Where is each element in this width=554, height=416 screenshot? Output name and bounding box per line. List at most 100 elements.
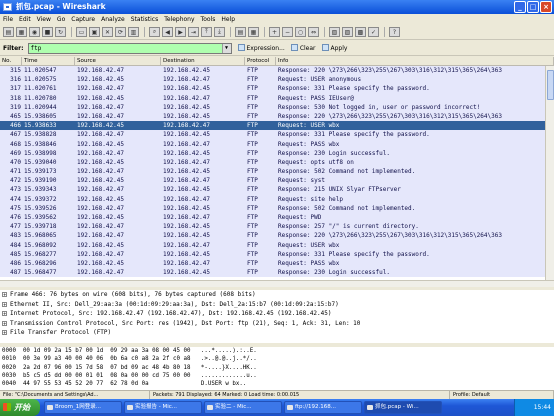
- table-row[interactable]: 473 15.939343 192.168.42.47 192.168.42.45 FT…: [0, 185, 554, 195]
- go-to-packet-icon[interactable]: ⇥: [188, 27, 199, 37]
- table-row[interactable]: 476 15.939562 192.168.42.45 192.168.42.47 FT…: [0, 213, 554, 223]
- column-header-time[interactable]: Time: [22, 57, 75, 65]
- table-row[interactable]: 470 15.939040 192.168.42.45 192.168.42.47 FT…: [0, 157, 554, 168]
- menu-help[interactable]: Help: [221, 14, 235, 25]
- auto-scroll-icon[interactable]: ▦: [248, 27, 259, 37]
- menu-go[interactable]: Go: [57, 14, 65, 25]
- zoom-out-icon[interactable]: −: [282, 27, 293, 37]
- menu-statistics[interactable]: Statistics: [131, 14, 158, 25]
- maximize-button[interactable]: □: [527, 1, 539, 13]
- display-filters-icon[interactable]: ▨: [342, 27, 353, 37]
- title-bar[interactable]: 抓包.pcap - Wireshark _ □ ×: [0, 0, 554, 14]
- scrollbar-thumb[interactable]: [547, 70, 554, 100]
- close-button[interactable]: ×: [540, 1, 552, 13]
- capture-filters-icon[interactable]: ▧: [329, 27, 340, 37]
- go-forward-icon[interactable]: ▶: [175, 27, 186, 37]
- column-header-protocol[interactable]: Protocol: [245, 57, 276, 65]
- column-header-destination[interactable]: Destination: [161, 57, 245, 65]
- table-row[interactable]: 316 11.020575 192.168.42.45 192.168.42.47 FT…: [0, 75, 554, 85]
- column-header-info[interactable]: Info: [276, 57, 554, 65]
- minimize-button[interactable]: _: [514, 1, 526, 13]
- table-row[interactable]: 477 15.939718 192.168.42.47 192.168.42.45 FT…: [0, 222, 554, 232]
- table-row[interactable]: 318 11.020780 192.168.42.45 192.168.42.47 FT…: [0, 93, 554, 103]
- menu-edit[interactable]: Edit: [19, 14, 31, 25]
- menu-capture[interactable]: Capture: [71, 14, 95, 25]
- chevron-down-icon[interactable]: ▼: [221, 43, 231, 53]
- expand-icon[interactable]: +: [2, 311, 7, 317]
- expand-icon[interactable]: +: [2, 320, 7, 326]
- table-row[interactable]: 465 15.938605 192.168.42.47 192.168.42.45 FT…: [0, 111, 554, 122]
- detail-row[interactable]: + Internet Protocol, Src: 192.168.42.47 (…: [0, 309, 554, 319]
- preferences-icon[interactable]: ✓: [368, 27, 379, 37]
- restart-capture-icon[interactable]: ↻: [55, 27, 66, 37]
- help-icon[interactable]: ?: [389, 27, 400, 37]
- expand-icon[interactable]: +: [2, 301, 7, 307]
- expression-button[interactable]: Expression...: [237, 44, 285, 52]
- save-file-icon[interactable]: ▣: [89, 27, 100, 37]
- taskbar-task[interactable]: Broom_1网登录...: [44, 401, 122, 414]
- clear-button[interactable]: Clear: [290, 44, 316, 52]
- resize-columns-icon[interactable]: ⇔: [308, 27, 319, 37]
- taskbar-task[interactable]: 实验二 - Mic...: [204, 401, 282, 414]
- hex-row[interactable]: 0030 b5 c5 d5 dd 00 00 01 01 08 0a 00 00…: [0, 372, 554, 380]
- table-row[interactable]: 469 15.938998 192.168.42.47 192.168.42.45 FT…: [0, 148, 554, 158]
- colorize-icon[interactable]: ▤: [235, 27, 246, 37]
- detail-row[interactable]: + File Transfer Protocol (FTP): [0, 328, 554, 338]
- open-file-icon[interactable]: ▭: [76, 27, 87, 37]
- hex-row[interactable]: 0020 2a 2d 07 96 00 15 7d 58 07 bd 09 ac…: [0, 364, 554, 372]
- zoom-in-icon[interactable]: +: [269, 27, 280, 37]
- menu-file[interactable]: File: [3, 14, 13, 25]
- hex-row[interactable]: 0000 00 1d 09 2a 15 b7 00 1d 09 29 aa 3a…: [0, 347, 554, 355]
- menu-view[interactable]: View: [37, 14, 51, 25]
- taskbar-task[interactable]: ftp://192.168...: [284, 401, 362, 414]
- table-row[interactable]: 485 15.968277 192.168.42.47 192.168.42.45 FT…: [0, 249, 554, 259]
- table-row[interactable]: 487 15.968477 192.168.42.47 192.168.42.45 FT…: [0, 268, 554, 278]
- table-row[interactable]: 486 15.968296 192.168.42.45 192.168.42.47 FT…: [0, 258, 554, 269]
- taskbar-task[interactable]: 实验报告 - Mic...: [124, 401, 202, 414]
- start-capture-icon[interactable]: ◉: [29, 27, 40, 37]
- expand-icon[interactable]: +: [2, 292, 7, 298]
- filter-input[interactable]: ftp ▼: [27, 42, 232, 54]
- menu-tools[interactable]: Tools: [201, 14, 216, 25]
- table-row[interactable]: 319 11.020944 192.168.42.47 192.168.42.45 FT…: [0, 102, 554, 112]
- menu-telephony[interactable]: Telephony: [164, 14, 194, 25]
- coloring-rules-icon[interactable]: ▩: [355, 27, 366, 37]
- table-row[interactable]: 472 15.939190 192.168.42.45 192.168.42.47 FT…: [0, 176, 554, 186]
- table-row[interactable]: 467 15.938828 192.168.42.47 192.168.42.45 FT…: [0, 130, 554, 140]
- find-packet-icon[interactable]: ⌕: [149, 27, 160, 37]
- status-profile[interactable]: Profile: Default: [450, 391, 554, 399]
- column-header-source[interactable]: Source: [75, 57, 161, 65]
- go-back-icon[interactable]: ◀: [162, 27, 173, 37]
- hex-row[interactable]: 0040 44 97 55 53 45 52 20 77 62 78 0d 0a…: [0, 380, 554, 388]
- last-packet-icon[interactable]: ⤓: [214, 27, 225, 37]
- options-icon[interactable]: ▦: [16, 27, 27, 37]
- packet-list-scrollbar[interactable]: [545, 66, 554, 287]
- table-row[interactable]: 483 15.968065 192.168.42.47 192.168.42.45 FT…: [0, 231, 554, 241]
- expand-icon[interactable]: +: [2, 330, 7, 336]
- horizontal-scrollbar[interactable]: [0, 280, 554, 287]
- table-row[interactable]: 315 11.020547 192.168.42.47 192.168.42.45 FT…: [0, 66, 554, 76]
- table-row[interactable]: 475 15.939526 192.168.42.47 192.168.42.45 FT…: [0, 203, 554, 213]
- table-row[interactable]: 484 15.968092 192.168.42.45 192.168.42.47 FT…: [0, 240, 554, 250]
- menu-analyze[interactable]: Analyze: [101, 14, 125, 25]
- table-row[interactable]: 317 11.020761 192.168.42.47 192.168.42.45 FT…: [0, 84, 554, 94]
- apply-button[interactable]: Apply: [321, 44, 347, 52]
- hex-row[interactable]: 0010 00 3e 99 a3 40 00 40 06 0b 6a c0 a8…: [0, 355, 554, 363]
- taskbar-task[interactable]: 抓包.pcap - Wi...: [364, 401, 442, 414]
- detail-row[interactable]: + Transmission Control Protocol, Src Port…: [0, 319, 554, 329]
- close-file-icon[interactable]: ✕: [102, 27, 113, 37]
- column-header-no[interactable]: No.: [0, 57, 22, 65]
- start-button[interactable]: 开始: [0, 399, 40, 416]
- table-row[interactable]: 466 15.938633 192.168.42.45 192.168.42.47 FT…: [0, 121, 554, 131]
- normal-size-icon[interactable]: ○: [295, 27, 306, 37]
- reload-icon[interactable]: ⟳: [115, 27, 126, 37]
- detail-row[interactable]: + Ethernet II, Src: Dell_29:aa:3a (00:1d:…: [0, 300, 554, 310]
- table-row[interactable]: 468 15.938846 192.168.42.45 192.168.42.47 FT…: [0, 139, 554, 149]
- first-packet-icon[interactable]: ⤒: [201, 27, 212, 37]
- table-row[interactable]: 471 15.939173 192.168.42.47 192.168.42.45 FT…: [0, 167, 554, 177]
- table-row[interactable]: 474 15.939372 192.168.42.45 192.168.42.47 FT…: [0, 194, 554, 204]
- interfaces-icon[interactable]: ▤: [3, 27, 14, 37]
- stop-capture-icon[interactable]: ■: [42, 27, 53, 37]
- print-icon[interactable]: ▥: [128, 27, 139, 37]
- detail-row[interactable]: + Frame 466: 76 bytes on wire (608 bits),…: [0, 290, 554, 300]
